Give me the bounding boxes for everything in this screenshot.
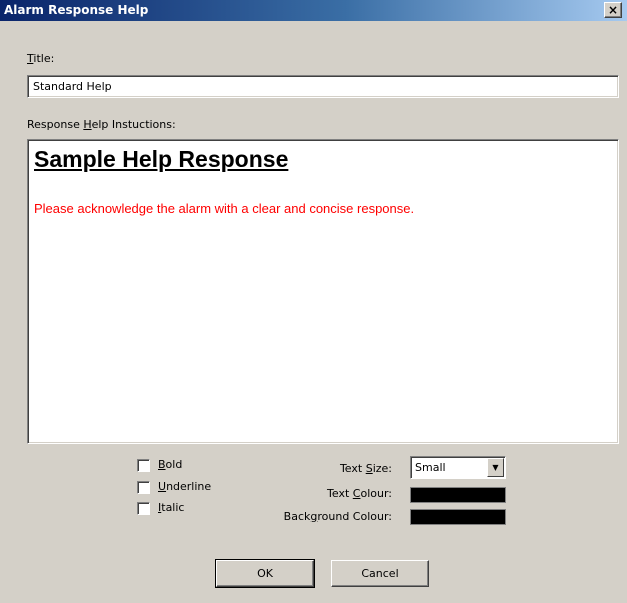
underline-checkbox[interactable]	[137, 481, 150, 494]
help-instructions-editor[interactable]: Sample Help Response Please acknowledge …	[27, 139, 619, 444]
help-heading-text: Sample Help Response	[34, 146, 289, 172]
text-size-select[interactable]: Small ▼	[410, 456, 506, 479]
bold-label[interactable]: Bold	[158, 458, 182, 471]
title-bar[interactable]: Alarm Response Help ×	[0, 0, 627, 21]
text-colour-swatch[interactable]	[410, 487, 506, 503]
chevron-down-icon[interactable]: ▼	[487, 458, 504, 477]
title-input[interactable]	[27, 75, 619, 98]
text-size-value: Small	[415, 461, 446, 474]
help-body-text: Please acknowledge the alarm with a clea…	[34, 201, 415, 216]
bold-checkbox[interactable]	[137, 459, 150, 472]
text-size-label: Text Size:	[339, 462, 392, 475]
ok-button[interactable]: OK	[215, 559, 315, 588]
title-label: Title:	[27, 52, 55, 65]
italic-checkbox[interactable]	[137, 502, 150, 515]
instructions-label: Response Help Instuctions:	[27, 118, 176, 131]
underline-label[interactable]: Underline	[158, 480, 211, 493]
cancel-button[interactable]: Cancel	[331, 560, 429, 587]
italic-label[interactable]: Italic	[158, 501, 184, 514]
window-title: Alarm Response Help	[4, 3, 149, 17]
alarm-response-help-dialog: Alarm Response Help × Title: Response He…	[0, 0, 627, 603]
background-colour-swatch[interactable]	[410, 509, 506, 525]
close-icon[interactable]: ×	[604, 2, 622, 18]
text-colour-label: Text Colour:	[327, 487, 392, 500]
background-colour-label: Background Colour:	[283, 510, 392, 523]
